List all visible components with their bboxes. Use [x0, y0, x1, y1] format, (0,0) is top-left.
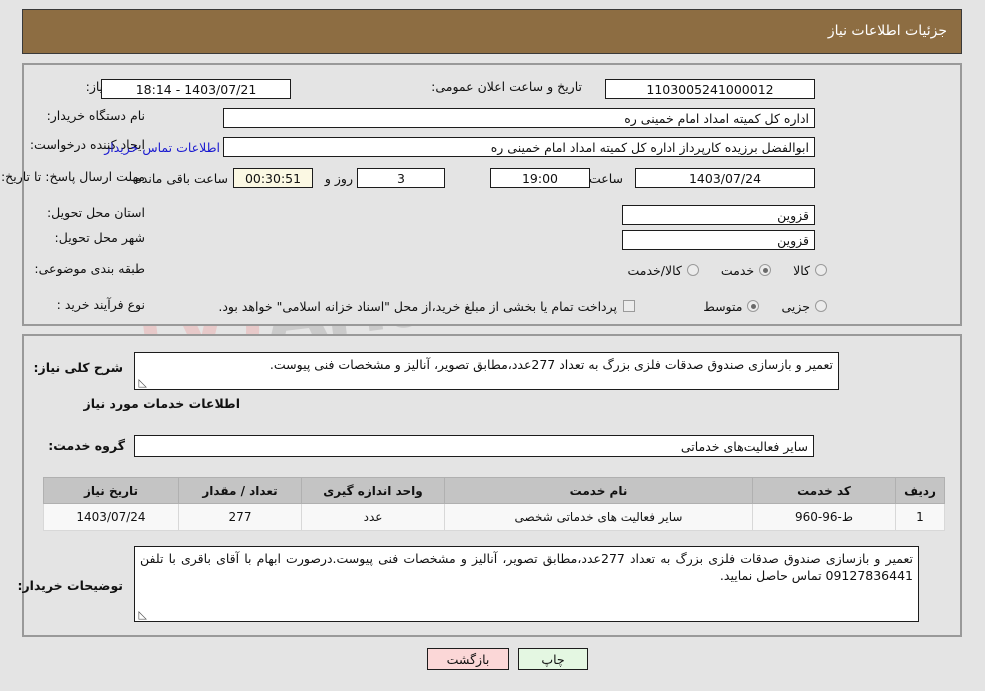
- page-title: جزئیات اطلاعات نیاز: [827, 23, 947, 39]
- radio-subject-kala-khedmat[interactable]: کالا/خدمت: [627, 262, 699, 278]
- resize-grip-icon[interactable]: ◺: [137, 609, 147, 620]
- need-info-panel: [22, 63, 962, 326]
- radio-label: کالا: [793, 262, 810, 278]
- request-creator-value: ابوالفضل برزیده کارپرداز اداره کل کمیته …: [223, 137, 815, 157]
- radio-subject-kala[interactable]: کالا: [793, 263, 827, 278]
- treasury-note-wrap[interactable]: پرداخت تمام یا بخشی از مبلغ خرید،از محل …: [218, 297, 635, 315]
- cell-service-name: سایر فعالیت های خدماتی شخصی: [444, 503, 753, 531]
- print-button[interactable]: چاپ: [518, 648, 588, 670]
- radio-dot-icon[interactable]: [815, 300, 827, 312]
- announce-datetime-value: 1403/07/21 - 18:14: [101, 79, 291, 99]
- services-table: ردیف کد خدمت نام خدمت واحد اندازه گیری ت…: [43, 477, 945, 531]
- subject-category-radios: کالا خدمت کالا/خدمت: [605, 261, 827, 279]
- purchase-process-label: نوع فرآیند خرید :: [56, 297, 145, 312]
- deadline-countdown-value: 00:30:51: [233, 168, 313, 188]
- radio-subject-khedmat[interactable]: خدمت: [720, 262, 772, 278]
- radio-dot-icon[interactable]: [686, 264, 699, 276]
- cell-unit: عدد: [301, 503, 445, 531]
- field-province-label: استان محل تحویل:: [47, 205, 145, 220]
- th-row-no: ردیف: [895, 477, 945, 504]
- treasury-checkbox[interactable]: [623, 300, 635, 312]
- radio-label: متوسط: [703, 298, 743, 314]
- field-city-label: شهر محل تحویل:: [55, 230, 145, 245]
- radio-process-jozei[interactable]: جزیی: [781, 299, 827, 314]
- deadline-date-value: 1403/07/24: [635, 168, 815, 188]
- buyer-contact-link-wrap[interactable]: اطلاعات تماس خریدار: [104, 137, 220, 157]
- buyer-notes-value: تعمیر و بازسازی صندوق صدقات فلزی بزرگ به…: [140, 551, 913, 583]
- cell-need-date: 1403/07/24: [43, 503, 179, 531]
- th-unit: واحد اندازه گیری: [301, 477, 445, 504]
- buyer-notes-label: توضیحات خریدار:: [17, 578, 123, 593]
- service-group-label: گروه خدمت:: [48, 438, 125, 453]
- services-heading: اطلاعات خدمات مورد نیاز: [83, 396, 241, 411]
- field-subject-category-label: طبقه بندی موضوعی:: [34, 261, 145, 276]
- radio-label: جزیی: [781, 298, 810, 314]
- radio-label: خدمت: [720, 262, 755, 278]
- th-quantity: تعداد / مقدار: [178, 477, 302, 504]
- general-desc-label: شرح کلی نیاز:: [33, 360, 123, 375]
- general-desc-value: تعمیر و بازسازی صندوق صدقات فلزی بزرگ به…: [269, 357, 833, 372]
- table-header-row: ردیف کد خدمت نام خدمت واحد اندازه گیری ت…: [43, 477, 945, 504]
- buyer-org-label: نام دستگاه خریدار:: [46, 108, 145, 123]
- back-button[interactable]: بازگشت: [427, 648, 509, 670]
- deadline-time-value: 19:00: [490, 168, 590, 188]
- buyer-org-value: اداره کل کمیته امداد امام خمینی ره: [223, 108, 815, 128]
- field-deadline-label: مهلت ارسال پاسخ: تا تاریخ:: [1, 166, 145, 185]
- treasury-note-label: پرداخت تمام یا بخشی از مبلغ خرید،از محل …: [218, 298, 617, 314]
- deadline-countdown-label-wrap: ساعت باقی مانده: [135, 168, 228, 188]
- buyer-notes-textarea[interactable]: تعمیر و بازسازی صندوق صدقات فلزی بزرگ به…: [134, 546, 919, 622]
- radio-dot-icon[interactable]: [815, 264, 827, 276]
- subject-category-label: طبقه بندی موضوعی:: [34, 261, 145, 276]
- th-need-date: تاریخ نیاز: [43, 477, 179, 504]
- resize-grip-icon[interactable]: ◺: [137, 377, 147, 388]
- table-row: 1 ط-96-960 سایر فعالیت های خدماتی شخصی ع…: [43, 503, 945, 531]
- radio-process-motavaset[interactable]: متوسط: [703, 298, 760, 314]
- cell-quantity: 277: [178, 503, 302, 531]
- cell-service-code: ط-96-960: [752, 503, 896, 531]
- field-purchase-process-label: نوع فرآیند خرید :: [57, 297, 145, 312]
- page-root: AriaTender.net جزئیات اطلاعات نیاز شماره…: [0, 0, 985, 691]
- delivery-city-label: شهر محل تحویل:: [54, 230, 145, 245]
- deadline-days-value: 3: [357, 168, 445, 188]
- deadline-time-label-wrap: ساعت: [589, 168, 623, 188]
- field-announce-datetime-label: تاریخ و ساعت اعلان عمومی:: [431, 79, 582, 94]
- th-service-name: نام خدمت: [444, 477, 753, 504]
- cell-row-no: 1: [895, 503, 945, 531]
- radio-dot-icon[interactable]: [747, 300, 760, 312]
- page-header: جزئیات اطلاعات نیاز: [22, 9, 962, 54]
- need-number-value: 1103005241000012: [605, 79, 815, 99]
- delivery-city-value: قزوین: [622, 230, 815, 250]
- buyer-contact-link[interactable]: اطلاعات تماس خریدار: [104, 140, 220, 155]
- th-service-code: کد خدمت: [752, 477, 896, 504]
- deadline-days-label-wrap: روز و: [325, 168, 353, 188]
- radio-label: کالا/خدمت: [627, 262, 682, 278]
- field-buyer-org-label: نام دستگاه خریدار:: [47, 108, 145, 123]
- announce-datetime-label: تاریخ و ساعت اعلان عمومی:: [431, 79, 582, 94]
- delivery-province-label: استان محل تحویل:: [46, 205, 145, 220]
- purchase-process-radios: جزیی متوسط: [681, 297, 827, 315]
- service-group-value: سایر فعالیت‌های خدماتی: [134, 435, 814, 457]
- radio-dot-icon[interactable]: [759, 264, 772, 276]
- delivery-province-value: قزوین: [622, 205, 815, 225]
- deadline-label: مهلت ارسال پاسخ: تا تاریخ:: [0, 169, 145, 184]
- deadline-days-label: روز و: [324, 170, 353, 186]
- deadline-countdown-label: ساعت باقی مانده: [135, 170, 228, 186]
- deadline-time-label: ساعت: [588, 170, 623, 186]
- general-desc-textarea[interactable]: تعمیر و بازسازی صندوق صدقات فلزی بزرگ به…: [134, 352, 839, 390]
